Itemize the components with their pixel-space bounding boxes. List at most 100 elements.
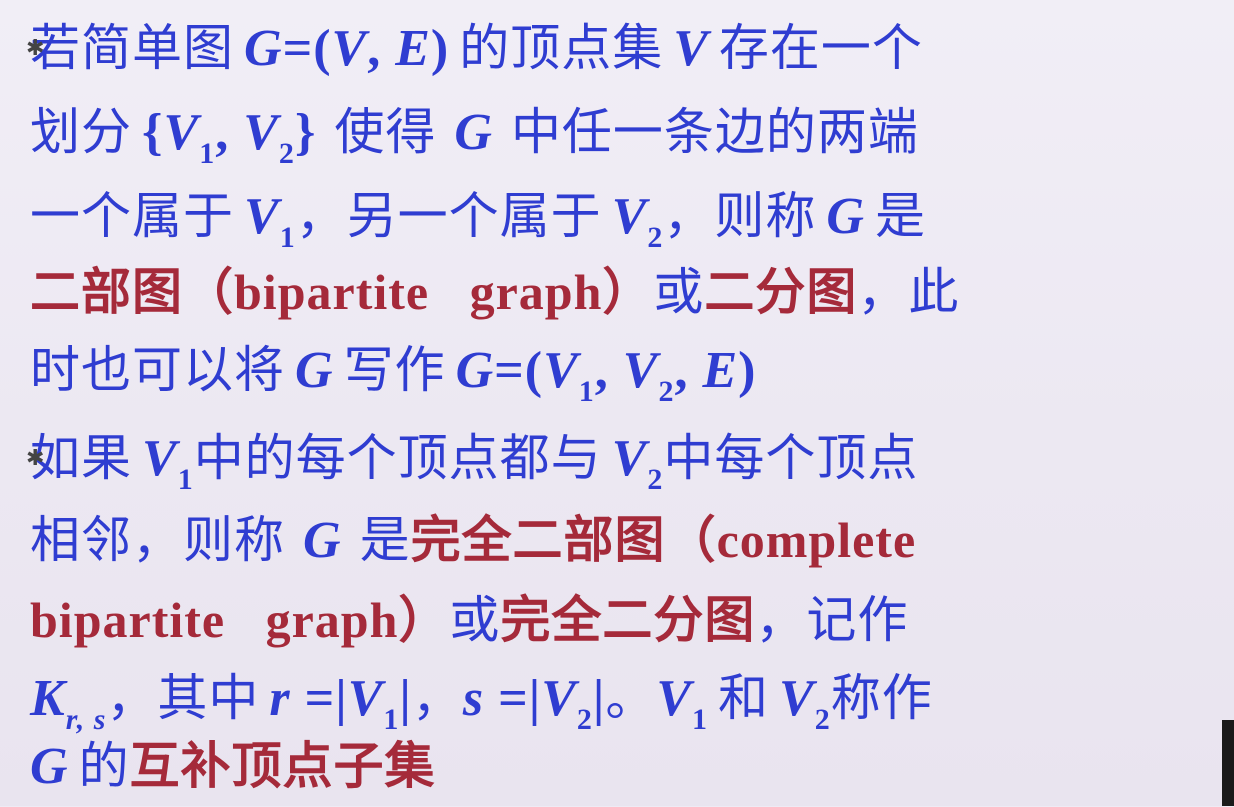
bullet-icon: ✱ xyxy=(26,36,46,61)
math-V: V xyxy=(243,104,279,161)
term-complete-bipartite-alt: 完全二分图 xyxy=(500,591,756,649)
text: ，另一个属于 xyxy=(295,187,602,245)
text: ， xyxy=(411,669,463,727)
text: 是 xyxy=(359,511,411,569)
term-bipartite-graph: 二部图 xyxy=(30,263,183,321)
math-G: G xyxy=(455,342,495,399)
slide-background: ✱ 若简单图 G=(V, E) 的顶点集 V 存在一个 划分 {V1, V2} 使得 G 中任一… xyxy=(0,0,1234,806)
math-symbol: | xyxy=(399,670,412,727)
math-symbol: =( xyxy=(494,342,544,399)
math-G: G xyxy=(826,188,865,245)
p2-line-1: ✱ 如果 V1中的每个顶点都与 V2中每个顶点 xyxy=(26,418,919,498)
dark-edge-decoration xyxy=(1222,720,1234,806)
text: 中任一条边的两端 xyxy=(510,103,919,161)
text: 若简单图 xyxy=(30,19,234,77)
term-complementary-vertex-subsets: 互补顶点子集 xyxy=(129,737,436,795)
math-symbol: ) xyxy=(738,342,757,399)
math-G: G xyxy=(30,738,69,795)
math-V: V xyxy=(541,670,577,727)
p2-line-3: bipartite graph）或完全二分图，记作 xyxy=(30,580,908,660)
math-symbol: , xyxy=(367,20,396,77)
text: 称作 xyxy=(830,669,933,727)
math-symbol: { xyxy=(142,104,164,161)
math-K: K xyxy=(30,670,66,727)
text: 的 xyxy=(78,737,130,795)
text: 和 xyxy=(718,669,770,727)
term-english: complete xyxy=(716,512,917,568)
text: 或 xyxy=(449,591,501,649)
math-s: s xyxy=(462,670,485,727)
math-G: G xyxy=(303,512,342,569)
math-symbol: =| xyxy=(290,670,348,727)
math-V: V xyxy=(347,670,384,727)
math-subscript: 2 xyxy=(647,463,664,496)
math-V: V xyxy=(611,430,648,487)
paren: （ xyxy=(183,263,234,321)
math-V: V xyxy=(611,188,648,245)
math-V: V xyxy=(543,342,579,399)
text: 存在一个 xyxy=(718,19,923,77)
p1-line-3: 一个属于 V1，另一个属于 V2，则称 G 是 xyxy=(30,176,926,256)
text: 一个属于 xyxy=(30,187,234,245)
math-V: V xyxy=(244,188,280,245)
math-subscript: 2 xyxy=(658,375,675,408)
math-V: V xyxy=(622,342,659,399)
text: 划分 xyxy=(30,103,132,161)
math-subscript: 2 xyxy=(647,221,664,254)
text: 是 xyxy=(874,187,926,245)
p2-line-5: G 的互补顶点子集 xyxy=(30,726,436,806)
math-V: V xyxy=(331,20,368,77)
paren: ） xyxy=(602,263,654,321)
math-subscript: 1 xyxy=(279,221,296,254)
text: 中每个顶点 xyxy=(663,429,919,487)
text: 。 xyxy=(605,669,657,727)
math-symbol: | xyxy=(592,670,606,727)
math-symbol: , xyxy=(594,342,623,399)
math-G: G xyxy=(454,104,493,161)
text: ，其中 xyxy=(106,669,260,727)
text: ，此 xyxy=(857,263,960,321)
math-symbol: =| xyxy=(484,670,542,727)
math-symbol: , xyxy=(674,342,703,399)
text: 的顶点集 xyxy=(459,19,664,77)
math-V: V xyxy=(142,430,178,487)
math-subscript: 1 xyxy=(692,703,709,736)
p2-line-2: 相邻，则称 G 是完全二部图（complete xyxy=(30,500,916,580)
math-subscript: 1 xyxy=(177,463,194,496)
text: 使得 xyxy=(334,103,437,161)
paren: （ xyxy=(665,511,717,569)
text: 或 xyxy=(653,263,705,321)
math-G: G xyxy=(244,20,283,77)
text: 相邻，则称 xyxy=(30,511,285,569)
math-symbol: , xyxy=(215,104,244,161)
p1-line-5: 时也可以将 G 写作 G=(V1, V2, E) xyxy=(30,330,756,410)
term-english: bipartite graph xyxy=(234,264,603,320)
text: 写作 xyxy=(343,341,446,399)
term-english: bipartite graph xyxy=(30,592,399,648)
text: ，记作 xyxy=(755,591,909,649)
p1-line-1: ✱ 若简单图 G=(V, E) 的顶点集 V 存在一个 xyxy=(26,8,923,88)
math-V: V xyxy=(779,670,815,727)
text: 时也可以将 xyxy=(30,341,285,399)
bullet-icon: ✱ xyxy=(26,446,46,471)
math-V: V xyxy=(673,20,709,77)
math-subscript: 1 xyxy=(199,137,216,170)
text: 中的每个顶点都与 xyxy=(193,429,602,487)
math-E: E xyxy=(395,20,431,77)
term-complete-bipartite-graph: 完全二部图 xyxy=(410,511,666,569)
math-V: V xyxy=(656,670,693,727)
math-subscript: 2 xyxy=(814,703,831,736)
math-symbol: =( xyxy=(282,20,332,77)
text: ，则称 xyxy=(663,187,817,245)
math-G: G xyxy=(295,342,334,399)
math-r: r xyxy=(269,670,291,727)
p1-line-2: 划分 {V1, V2} 使得 G 中任一条边的两端 xyxy=(30,92,919,172)
term-bipartite-alt: 二分图 xyxy=(704,263,858,321)
p1-line-4: 二部图（bipartite graph）或二分图，此 xyxy=(30,252,959,332)
math-symbol: } xyxy=(294,104,317,161)
math-subscript: 1 xyxy=(578,375,595,408)
math-E: E xyxy=(702,342,739,399)
paren: ） xyxy=(398,591,450,649)
math-symbol: ) xyxy=(430,20,450,77)
math-subscript: 2 xyxy=(278,137,295,170)
